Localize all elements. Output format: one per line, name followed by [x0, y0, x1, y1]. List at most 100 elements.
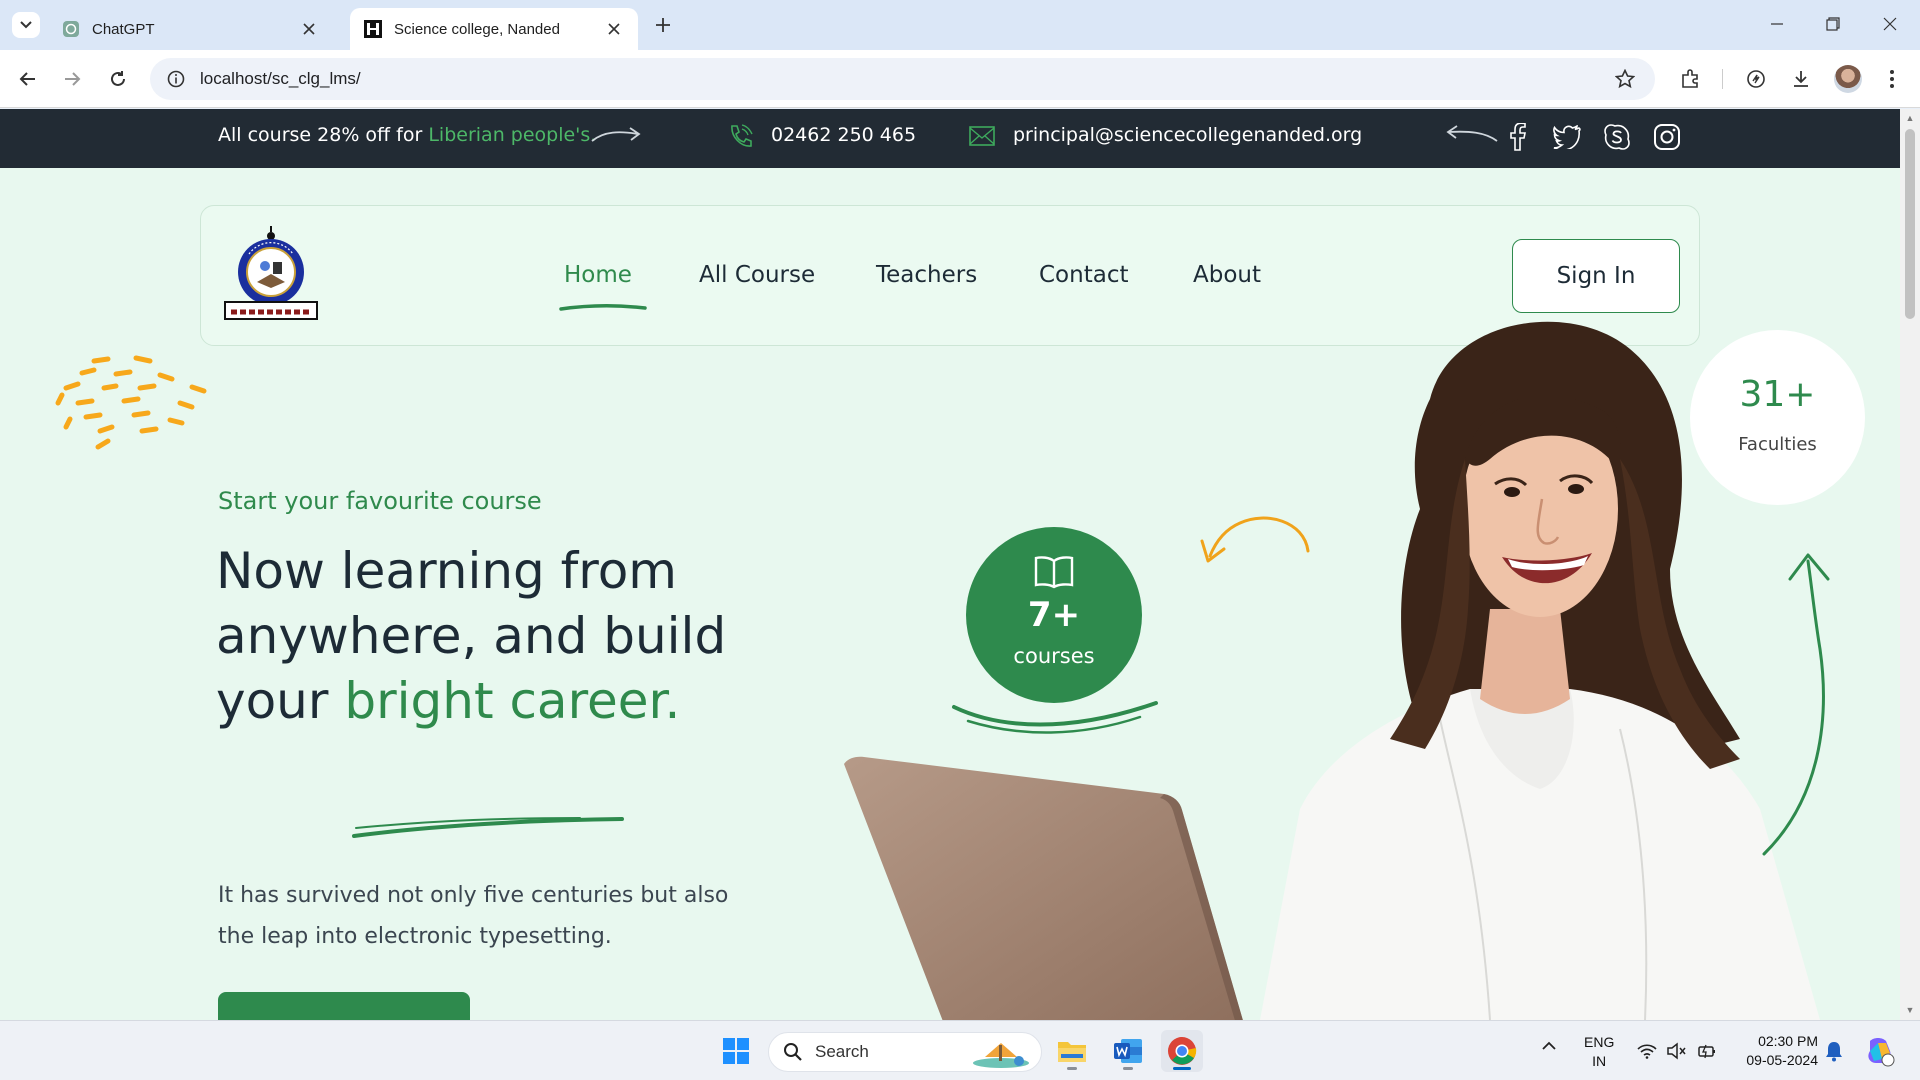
scroll-down-icon[interactable]: ▼	[1905, 1005, 1915, 1015]
tab-chatgpt[interactable]: ChatGPT	[48, 8, 333, 50]
copilot-icon[interactable]	[1864, 1035, 1896, 1067]
browser-tab-bar: ChatGPT Science college, Nanded	[0, 0, 1920, 50]
menu-button[interactable]	[1878, 65, 1906, 93]
offer-label: All course 28% off for	[218, 124, 429, 146]
hero-description: It has survived not only five centuries …	[218, 883, 729, 949]
close-icon	[1883, 17, 1897, 31]
url-text[interactable]: localhost/sc_clg_lms/	[200, 69, 1611, 89]
browser-toolbar: localhost/sc_clg_lms/	[0, 50, 1920, 108]
running-indicator	[1067, 1067, 1077, 1070]
address-bar[interactable]: localhost/sc_clg_lms/	[150, 58, 1655, 100]
scrollbar-thumb[interactable]	[1905, 129, 1915, 319]
headline-highlight: bright career.	[344, 672, 681, 730]
hero-eyebrow: Start your favourite course	[218, 487, 542, 515]
chevron-up-icon[interactable]	[1541, 1041, 1557, 1051]
word-app[interactable]	[1107, 1030, 1149, 1072]
hero-headline: Now learning from anywhere, and build yo…	[216, 539, 776, 734]
page-scrollbar[interactable]: ▲ ▼	[1900, 109, 1920, 1020]
word-icon	[1114, 1039, 1142, 1063]
nav-contact[interactable]: Contact	[1039, 262, 1128, 288]
top-info-bar: All course 28% off for Liberian people's…	[0, 109, 1900, 168]
offer-text: All course 28% off for Liberian people's…	[218, 124, 596, 146]
college-logo[interactable]	[221, 224, 321, 324]
windows-logo-icon	[723, 1038, 749, 1064]
laptop-illustration	[844, 756, 1243, 1020]
battery-icon[interactable]	[1696, 1040, 1718, 1062]
file-explorer-app[interactable]	[1051, 1030, 1093, 1072]
clock-date: 09-05-2024	[1746, 1052, 1818, 1068]
profile-avatar[interactable]	[1834, 65, 1862, 93]
decorative-dashes	[55, 355, 207, 450]
running-indicator	[1123, 1067, 1133, 1070]
downloads-button[interactable]	[1787, 65, 1815, 93]
phone-number[interactable]: 02462 250 465	[771, 124, 916, 146]
speedometer-icon	[1747, 70, 1765, 88]
active-indicator	[1173, 1067, 1191, 1070]
bookmark-star-icon[interactable]	[1611, 65, 1639, 93]
email-address[interactable]: principal@sciencecollegenanded.org	[1013, 124, 1362, 146]
tab-title: Science college, Nanded	[394, 20, 560, 38]
reload-button[interactable]	[104, 65, 132, 93]
download-icon	[1794, 71, 1808, 87]
notification-bell-icon[interactable]	[1824, 1040, 1844, 1062]
sign-in-button[interactable]: Sign In	[1512, 239, 1680, 313]
nav-home[interactable]: Home	[564, 262, 632, 288]
chevron-down-icon	[20, 21, 32, 29]
arrow-right-icon	[591, 127, 641, 142]
restore-button[interactable]	[1815, 10, 1851, 38]
arrow-left-icon	[1446, 125, 1498, 142]
reload-icon	[111, 71, 125, 86]
tab-science-college[interactable]: Science college, Nanded	[350, 8, 638, 50]
language-indicator[interactable]: ENG IN	[1584, 1033, 1614, 1071]
hero-cta-button[interactable]	[218, 992, 470, 1020]
close-window-button[interactable]	[1872, 10, 1908, 38]
search-label: Search	[815, 1042, 869, 1061]
phone-icon	[731, 124, 753, 147]
forward-button[interactable]	[58, 65, 86, 93]
chrome-icon	[1168, 1037, 1197, 1065]
taskbar-search[interactable]: Search	[768, 1032, 1042, 1072]
courses-label: courses	[1013, 644, 1095, 668]
more-vertical-icon	[1890, 70, 1894, 88]
courses-count: 7+	[1027, 595, 1081, 635]
nav-teachers[interactable]: Teachers	[876, 262, 977, 288]
close-tab-icon[interactable]	[299, 19, 319, 39]
nav-about[interactable]: About	[1193, 262, 1261, 288]
scroll-up-icon[interactable]: ▲	[1905, 113, 1915, 123]
minimize-icon	[1771, 23, 1783, 25]
restore-icon	[1826, 17, 1840, 31]
start-button[interactable]	[715, 1030, 757, 1072]
region-code: IN	[1592, 1053, 1607, 1069]
minimize-button[interactable]	[1759, 10, 1795, 38]
arrow-left-icon	[19, 72, 35, 86]
facebook-icon[interactable]	[1502, 121, 1534, 153]
chatgpt-icon	[62, 20, 80, 38]
upward-arrow-icon	[1762, 553, 1830, 856]
volume-muted-icon[interactable]	[1665, 1040, 1687, 1062]
tab-search-button[interactable]	[12, 12, 40, 38]
twitter-icon[interactable]	[1551, 121, 1583, 153]
site-info-icon[interactable]	[164, 67, 188, 91]
back-button[interactable]	[14, 65, 42, 93]
arrow-right-icon	[65, 72, 81, 86]
site-favicon	[364, 20, 382, 38]
nav-all-course[interactable]: All Course	[699, 262, 815, 288]
search-icon	[784, 1043, 802, 1061]
windows-taskbar: Search ENG IN 02:30 PM 09-05-2024	[0, 1020, 1920, 1080]
wifi-icon[interactable]	[1636, 1040, 1658, 1062]
close-tab-icon[interactable]	[604, 19, 624, 39]
puzzle-icon	[1682, 69, 1698, 88]
skype-icon[interactable]	[1601, 121, 1633, 153]
instagram-icon[interactable]	[1651, 121, 1683, 153]
headline-underline	[352, 817, 624, 838]
system-clock[interactable]: 02:30 PM 09-05-2024	[1734, 1032, 1818, 1070]
folder-icon	[1058, 1042, 1086, 1062]
clock-time: 02:30 PM	[1758, 1033, 1818, 1049]
new-tab-button[interactable]	[650, 12, 676, 38]
toolbar-divider	[1722, 69, 1723, 89]
chrome-app[interactable]	[1161, 1030, 1203, 1072]
active-underline	[559, 304, 647, 311]
extensions-button[interactable]	[1677, 65, 1705, 93]
courses-badge: 7+ courses	[966, 527, 1142, 703]
performance-button[interactable]	[1742, 65, 1770, 93]
